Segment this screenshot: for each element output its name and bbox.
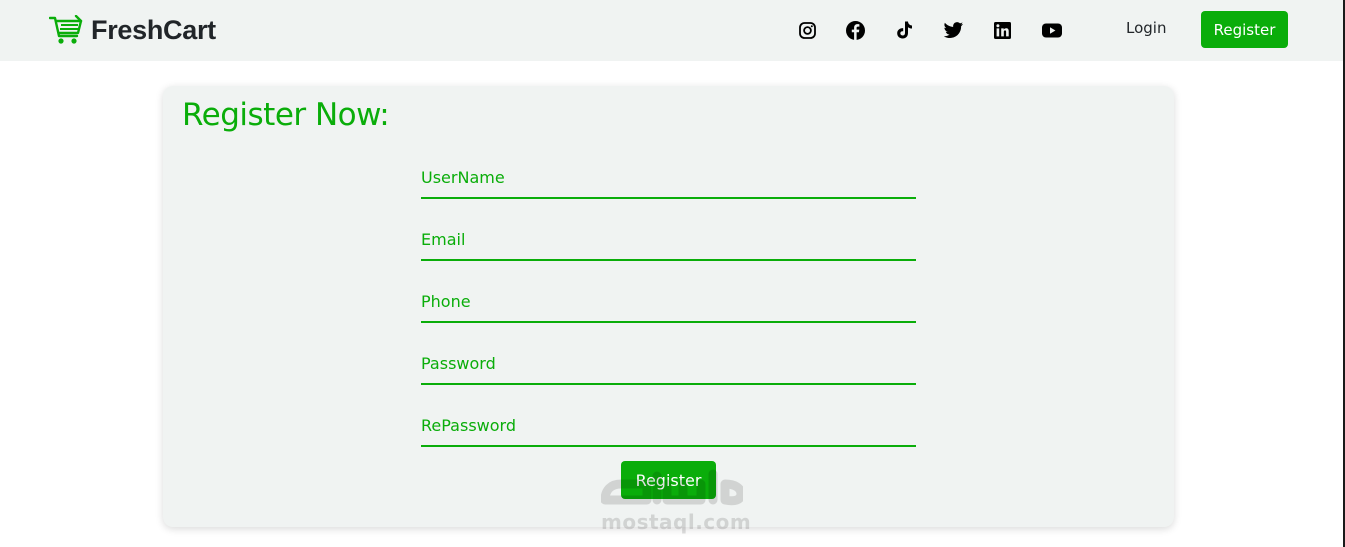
register-card: Register Now: Register bbox=[163, 86, 1174, 527]
repassword-field-wrapper bbox=[421, 399, 916, 447]
twitter-icon[interactable] bbox=[943, 20, 963, 40]
brand-name: FreshCart bbox=[91, 14, 216, 45]
facebook-icon[interactable] bbox=[845, 20, 865, 40]
register-nav-button[interactable]: Register bbox=[1201, 11, 1288, 48]
page-title: Register Now: bbox=[182, 97, 390, 133]
youtube-icon[interactable] bbox=[1042, 20, 1062, 40]
email-field-wrapper bbox=[421, 213, 916, 261]
password-input[interactable] bbox=[421, 337, 916, 385]
repassword-input[interactable] bbox=[421, 399, 916, 447]
username-input[interactable] bbox=[421, 151, 916, 199]
tiktok-icon[interactable] bbox=[894, 20, 914, 40]
email-input[interactable] bbox=[421, 213, 916, 261]
phone-input[interactable] bbox=[421, 275, 916, 323]
navbar: FreshCart Login Register bbox=[0, 0, 1343, 61]
phone-field-wrapper bbox=[421, 275, 916, 323]
register-submit-button[interactable]: Register bbox=[621, 461, 716, 499]
instagram-icon[interactable] bbox=[797, 20, 817, 40]
username-field-wrapper bbox=[421, 151, 916, 199]
password-field-wrapper bbox=[421, 337, 916, 385]
login-link[interactable]: Login bbox=[1126, 19, 1166, 37]
brand-logo[interactable]: FreshCart bbox=[49, 14, 216, 46]
linkedin-icon[interactable] bbox=[992, 20, 1012, 40]
shopping-cart-icon bbox=[49, 15, 83, 44]
